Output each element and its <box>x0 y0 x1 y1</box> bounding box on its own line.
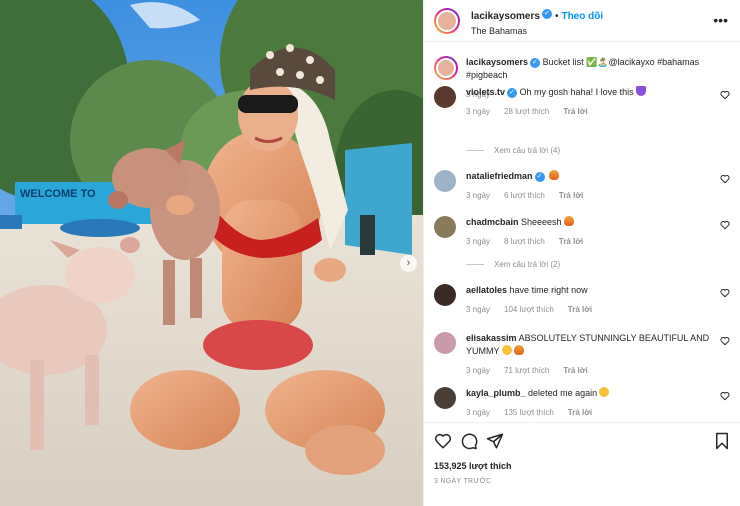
reply-button[interactable]: Trả lời <box>559 237 583 246</box>
reply-button[interactable]: Trả lời <box>563 366 587 375</box>
heart-icon[interactable] <box>720 288 730 298</box>
comment-text: deleted me again <box>528 388 598 398</box>
comment-icon[interactable] <box>460 432 478 450</box>
comment-item: aellatoles have time right now 3 ngày 104 … <box>434 284 730 314</box>
heart-icon[interactable] <box>720 336 730 346</box>
post-photo[interactable]: WELCOME TO › <box>0 0 423 506</box>
share-icon[interactable] <box>486 432 504 450</box>
chevron-right-icon[interactable]: › <box>400 255 417 272</box>
emoji-icon <box>635 86 646 96</box>
heart-icon[interactable] <box>720 90 730 100</box>
avatar[interactable] <box>434 56 458 80</box>
avatar[interactable] <box>434 7 460 34</box>
view-replies-button[interactable]: Xem câu trả lời (2) <box>466 260 560 269</box>
verified-icon: ✓ <box>530 57 541 68</box>
caption-username[interactable]: lacikaysomers <box>466 57 528 67</box>
comment-username[interactable]: violets.tv <box>466 87 505 97</box>
comment-time[interactable]: 3 ngày <box>466 107 490 116</box>
heart-icon[interactable] <box>720 391 730 401</box>
post-side-panel: lacikaysomers ✓ • Theo dõi The Bahamas ••• … <box>423 0 740 506</box>
verified-icon: ✓ <box>507 87 518 98</box>
comment-likes[interactable]: 71 lượt thích <box>504 366 549 375</box>
comment-time[interactable]: 3 ngày <box>466 366 490 375</box>
comment-username[interactable]: kayla_plumb_ <box>466 388 526 398</box>
post-location[interactable]: The Bahamas <box>471 26 603 37</box>
reply-button[interactable]: Trả lời <box>568 305 592 314</box>
heart-icon[interactable] <box>720 220 730 230</box>
comments-list: lacikaysomers ✓ Bucket list ✅🏝️@lacikayxo… <box>424 42 740 422</box>
comment-username[interactable]: elisakassim <box>466 333 517 343</box>
bookmark-icon[interactable] <box>714 432 730 450</box>
reply-button[interactable]: Trả lời <box>559 191 583 200</box>
comment-likes[interactable]: 28 lượt thích <box>504 107 549 116</box>
comment-likes[interactable]: 8 lượt thích <box>504 237 545 246</box>
comment-username[interactable]: aellatoles <box>466 285 507 295</box>
post-image: WELCOME TO <box>0 0 423 506</box>
emoji-icon <box>549 170 560 180</box>
comment-text: Oh my gosh haha! I love this <box>519 87 634 97</box>
sign-text: WELCOME TO <box>20 188 96 200</box>
comment-username[interactable]: chadmcbain <box>466 217 519 227</box>
comment-item: kayla_plumb_ deleted me again 3 ngày 135 l… <box>434 387 730 417</box>
comment-item: nataliefriedman ✓ 3 ngày 6 lượt thích Trả l… <box>434 170 730 200</box>
heart-icon[interactable] <box>434 432 452 450</box>
comment-text: have time right now <box>509 285 588 295</box>
comment-item: elisakassim ABSOLUTELY STUNNINGLY BEAUTI… <box>434 332 730 375</box>
emoji-icon <box>501 345 512 355</box>
separator-dot: • <box>554 10 559 22</box>
comment-likes[interactable]: 135 lượt thích <box>504 408 554 417</box>
reply-button[interactable]: Trả lời <box>563 107 587 116</box>
comment-item: violets.tv ✓ Oh my gosh haha! I love this… <box>434 86 730 116</box>
emoji-icon <box>563 216 574 226</box>
view-replies-button[interactable]: Xem câu trả lời (4) <box>466 146 560 155</box>
emoji-icon <box>599 387 610 397</box>
verified-icon: ✓ <box>534 171 545 182</box>
comment-time[interactable]: 3 ngày <box>466 237 490 246</box>
more-icon[interactable]: ••• <box>713 12 728 28</box>
emoji-icon <box>513 345 524 355</box>
comment-item: chadmcbain Sheeeesh 3 ngày 8 lượt thích Trả… <box>434 216 730 246</box>
avatar[interactable] <box>434 387 456 409</box>
comment-time[interactable]: 3 ngày <box>466 408 490 417</box>
avatar[interactable] <box>434 170 456 192</box>
reply-button[interactable]: Trả lời <box>568 408 592 417</box>
verified-icon: ✓ <box>541 9 552 20</box>
comment-text: Sheeeesh <box>521 217 562 227</box>
heart-icon[interactable] <box>720 174 730 184</box>
follow-button[interactable]: Theo dõi <box>561 11 603 22</box>
post-header: lacikaysomers ✓ • Theo dõi The Bahamas ••• <box>424 0 740 42</box>
avatar[interactable] <box>434 332 456 354</box>
avatar[interactable] <box>434 86 456 108</box>
comment-likes[interactable]: 6 lượt thích <box>504 191 545 200</box>
comment-username[interactable]: nataliefriedman <box>466 171 533 181</box>
like-count[interactable]: 153,925 lượt thích <box>434 461 511 471</box>
comment-time[interactable]: 3 ngày <box>466 191 490 200</box>
avatar[interactable] <box>434 284 456 306</box>
avatar[interactable] <box>434 216 456 238</box>
comment-likes[interactable]: 104 lượt thích <box>504 305 554 314</box>
header-username[interactable]: lacikaysomers <box>471 11 540 22</box>
action-bar: 153,925 lượt thích 3 NGÀY TRƯỚC <box>424 422 740 506</box>
post-date[interactable]: 3 NGÀY TRƯỚC <box>434 478 491 485</box>
comment-time[interactable]: 3 ngày <box>466 305 490 314</box>
